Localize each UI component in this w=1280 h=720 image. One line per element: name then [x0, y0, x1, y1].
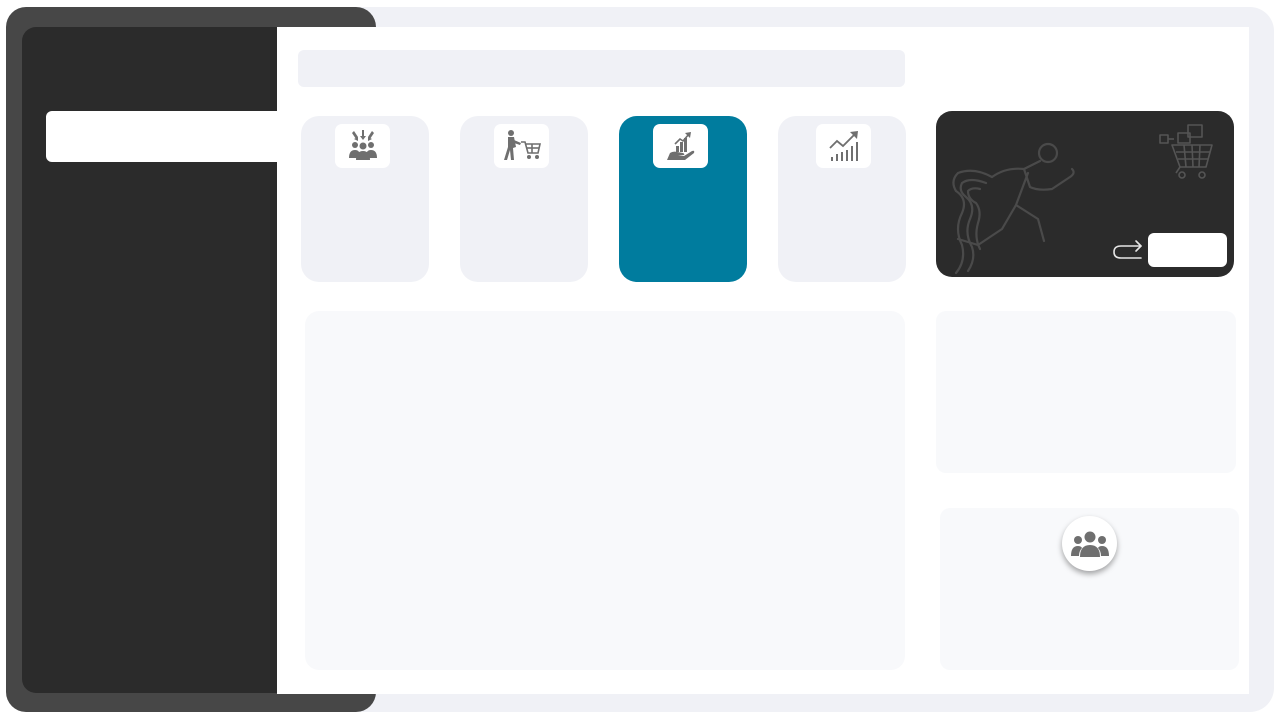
- trend-chart-icon: [816, 124, 871, 168]
- user-group-icon: [1070, 531, 1109, 557]
- info-panel-top: [936, 311, 1236, 473]
- tile-shopper-cart[interactable]: [460, 116, 588, 282]
- shopper-cart-icon: [494, 124, 549, 168]
- tile-growth-hand[interactable]: [619, 116, 747, 282]
- sidebar-item-active[interactable]: [46, 111, 286, 162]
- runner-illustration: [952, 142, 1075, 275]
- redo-arrow-icon: [1113, 240, 1142, 259]
- tile-trend-chart[interactable]: [778, 116, 906, 282]
- growth-hand-icon: [653, 124, 708, 168]
- tile-team-focus[interactable]: [301, 116, 429, 282]
- promo-button[interactable]: [1148, 233, 1227, 267]
- promo-card: [936, 111, 1234, 277]
- search-bar[interactable]: [298, 50, 905, 87]
- content-panel: [305, 311, 905, 670]
- user-group-button[interactable]: [1062, 516, 1117, 571]
- team-focus-icon: [335, 124, 390, 168]
- shopping-cart-illustration: [1159, 124, 1213, 179]
